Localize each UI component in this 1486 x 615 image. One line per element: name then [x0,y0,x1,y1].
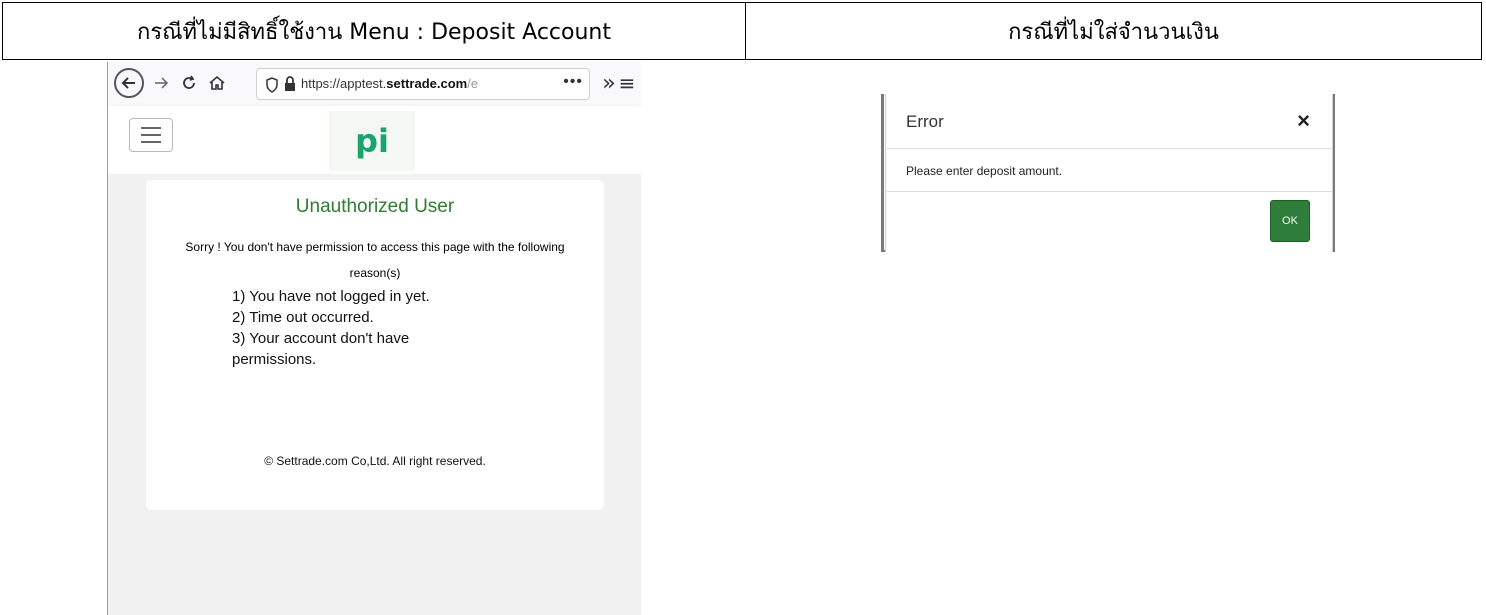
url-bar[interactable]: https://apptest.settrade.com/e ••• [256,68,590,100]
page-actions-icon[interactable]: ••• [563,73,583,91]
url-text: https://apptest.settrade.com/e [301,76,479,91]
reload-button[interactable] [178,72,200,94]
forward-arrow-icon [155,77,169,89]
card-message: Sorry ! You don't have permission to acc… [140,234,610,286]
close-icon[interactable]: × [1297,108,1310,134]
header-table: กรณีที่ไม่มีสิทธิ์ใช้งาน Menu : Deposit … [2,2,1482,60]
browser-menu-icon[interactable]: ≡ [616,71,638,95]
pi-logo: pi [329,111,415,171]
card-title: Unauthorized User [295,196,455,217]
unauthorized-card: Unauthorized User Sorry ! You don't have… [146,180,604,510]
lock-icon [285,76,295,91]
hamburger-menu-button[interactable] [129,118,173,152]
browser-window: https://apptest.settrade.com/e ••• » ≡ p… [107,62,641,615]
forward-button[interactable] [150,72,172,94]
reasons-list: 1) You have not logged in yet. 2) Time o… [232,286,532,370]
reason-item: 1) You have not logged in yet. [232,288,430,305]
dialog-divider [886,148,1332,149]
header-right-cell: กรณีที่ไม่ใส่จำนวนเงิน [1008,19,1219,45]
reason-item: 2) Time out occurred. [232,309,374,326]
error-dialog-wrapper: Error × Please enter deposit amount. OK [881,94,1335,254]
dialog-left-edge [881,94,884,252]
hamburger-line [141,141,161,143]
browser-toolbar: https://apptest.settrade.com/e ••• » ≡ [108,62,641,107]
dialog-title: Error [906,112,944,131]
shield-icon [266,77,278,93]
dialog-divider [886,191,1332,192]
reason-item: 3) Your account don't have [232,330,410,347]
copyright-footer: © Settrade.com Co,Ltd. All right reserve… [264,454,486,468]
back-arrow-icon [121,77,135,89]
header-left-cell: กรณีที่ไม่มีสิทธิ์ใช้งาน Menu : Deposit … [3,3,746,59]
card-message-line1: Sorry ! You don't have permission to acc… [185,240,565,254]
dialog-message: Please enter deposit amount. [906,164,1063,178]
reload-icon [183,75,195,89]
home-icon [209,75,225,90]
reason-item: permissions. [232,351,317,368]
hamburger-line [141,127,161,129]
card-message-line2: reason(s) [349,266,401,280]
error-dialog: Error × Please enter deposit amount. OK [885,94,1333,252]
app-header: pi [108,106,641,174]
back-button[interactable] [114,68,144,98]
ok-button[interactable]: OK [1270,200,1310,242]
hamburger-line [141,134,161,136]
home-button[interactable] [206,72,228,94]
